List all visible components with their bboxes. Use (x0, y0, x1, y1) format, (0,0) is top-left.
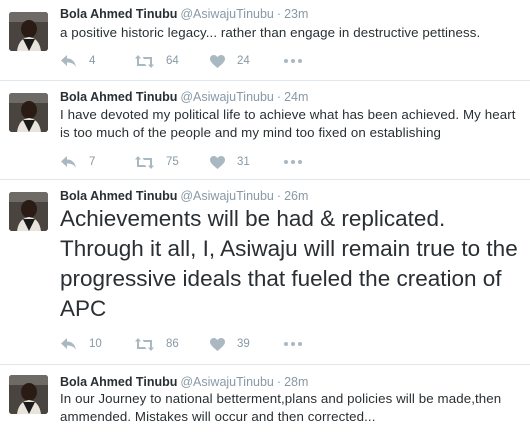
retweet-button[interactable]: 75 (135, 154, 179, 170)
like-button[interactable]: 39 (210, 336, 250, 352)
tweet-header: Bola Ahmed Tinubu @AsiwajuTinubu · 26m (60, 188, 308, 204)
reply-icon (61, 156, 76, 168)
tweet[interactable]: Bola Ahmed Tinubu @AsiwajuTinubu · 23m a po… (0, 0, 530, 81)
tweet-text: I have devoted my political life to achi… (60, 107, 516, 140)
separator-dot: · (276, 90, 282, 104)
reply-count: 10 (89, 338, 102, 350)
reply-count: 7 (89, 156, 96, 168)
author-handle[interactable]: @AsiwajuTinubu (180, 189, 274, 203)
reply-button[interactable]: 10 (60, 336, 102, 352)
tweet-header: Bola Ahmed Tinubu @AsiwajuTinubu · 24m (60, 89, 308, 105)
author-handle[interactable]: @AsiwajuTinubu (180, 90, 274, 104)
author-handle[interactable]: @AsiwajuTinubu (180, 7, 274, 21)
retweet-count: 64 (166, 55, 179, 67)
author-handle[interactable]: @AsiwajuTinubu (180, 375, 274, 389)
separator-dot: · (276, 7, 282, 21)
tweet[interactable]: Bola Ahmed Tinubu @AsiwajuTinubu · 26m Achi… (0, 180, 530, 365)
profile-photo-icon (9, 375, 48, 414)
profile-photo-icon (9, 192, 48, 231)
more-button[interactable] (284, 154, 302, 170)
tweet-header: Bola Ahmed Tinubu @AsiwajuTinubu · 28m (60, 374, 308, 390)
author-name[interactable]: Bola Ahmed Tinubu (60, 189, 177, 203)
more-icon (284, 342, 302, 346)
tweet-header: Bola Ahmed Tinubu @AsiwajuTinubu · 23m (60, 6, 308, 22)
avatar[interactable] (9, 192, 48, 231)
timestamp[interactable]: 23m (284, 7, 308, 21)
retweet-count: 86 (166, 338, 179, 350)
author-name[interactable]: Bola Ahmed Tinubu (60, 375, 177, 389)
timestamp[interactable]: 26m (284, 189, 308, 203)
tweet[interactable]: Bola Ahmed Tinubu @AsiwajuTinubu · 24m I ha… (0, 81, 530, 180)
timestamp[interactable]: 24m (284, 90, 308, 104)
more-icon (284, 59, 302, 63)
heart-icon (210, 155, 225, 169)
timestamp[interactable]: 28m (284, 375, 308, 389)
reply-count: 4 (89, 55, 96, 67)
separator-dot: · (276, 375, 282, 389)
heart-icon (210, 54, 225, 68)
reply-button[interactable]: 7 (60, 154, 95, 170)
like-count: 39 (237, 338, 250, 350)
like-button[interactable]: 24 (210, 53, 250, 69)
retweet-button[interactable]: 64 (135, 53, 179, 69)
author-name[interactable]: Bola Ahmed Tinubu (60, 90, 177, 104)
like-count: 24 (237, 55, 250, 67)
tweet-actions: 7 75 31 (60, 154, 360, 170)
like-count: 31 (237, 156, 250, 168)
retweet-icon (135, 54, 154, 68)
tweet-text: Achievements will be had & replicated. T… (60, 206, 518, 321)
profile-photo-icon (9, 93, 48, 132)
reply-icon (61, 55, 76, 67)
tweet-text: In our Journey to national betterment,pl… (60, 391, 502, 424)
retweet-icon (135, 337, 154, 351)
tweet-actions: 4 64 24 (60, 53, 360, 69)
author-name[interactable]: Bola Ahmed Tinubu (60, 7, 177, 21)
reply-icon (61, 338, 76, 350)
more-button[interactable] (284, 53, 302, 69)
retweet-button[interactable]: 86 (135, 336, 179, 352)
tweet-actions: 10 86 39 (60, 336, 360, 352)
more-icon (284, 160, 302, 164)
avatar[interactable] (9, 93, 48, 132)
heart-icon (210, 337, 225, 351)
retweet-count: 75 (166, 156, 179, 168)
tweet-text: a positive historic legacy... rather tha… (60, 25, 481, 40)
avatar[interactable] (9, 375, 48, 414)
like-button[interactable]: 31 (210, 154, 250, 170)
more-button[interactable] (284, 336, 302, 352)
tweet[interactable]: Bola Ahmed Tinubu @AsiwajuTinubu · 28m In o… (0, 365, 530, 439)
reply-button[interactable]: 4 (60, 53, 95, 69)
retweet-icon (135, 155, 154, 169)
profile-photo-icon (9, 12, 48, 51)
avatar[interactable] (9, 12, 48, 51)
separator-dot: · (276, 189, 282, 203)
